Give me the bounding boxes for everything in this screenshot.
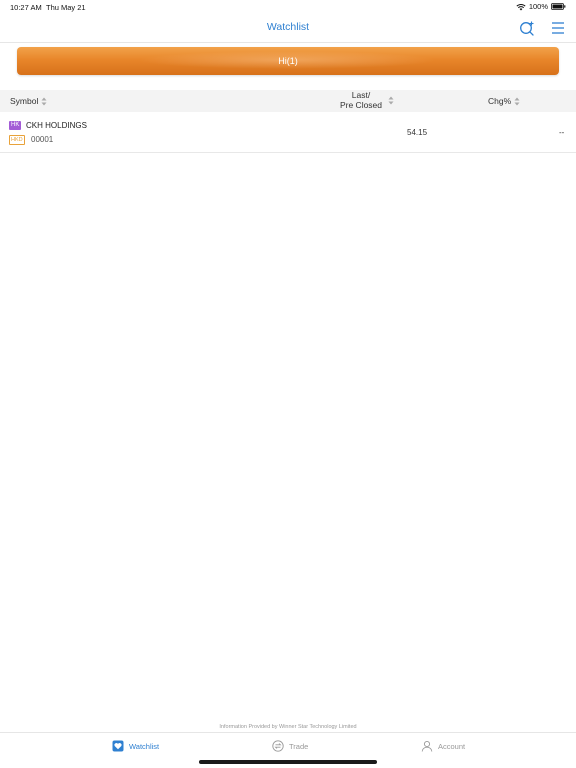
status-time: 10:27 AM (10, 3, 42, 12)
table-row[interactable]: HK CKH HOLDINGS HKD 00001 54.15 -- (0, 112, 576, 153)
table-header: Symbol Last/ Pre Closed Chg% (0, 90, 576, 112)
status-indicators: 100% (516, 2, 566, 11)
sort-icon (514, 97, 520, 105)
battery-icon (551, 3, 566, 10)
watchlist-group-label: Hi(1) (278, 56, 298, 66)
tab-account[interactable]: Account (421, 740, 465, 752)
status-bar: 10:27 AM Thu May 21 100% (0, 0, 576, 14)
menu-icon[interactable] (551, 20, 565, 36)
home-indicator (199, 760, 377, 764)
search-icon[interactable] (519, 20, 535, 36)
sort-by-chg[interactable]: Chg% (488, 96, 520, 106)
stock-code: 00001 (31, 135, 54, 144)
page-title: Watchlist (266, 21, 310, 33)
tab-watchlist-label: Watchlist (129, 741, 160, 751)
tab-watchlist[interactable]: Watchlist (112, 740, 159, 752)
person-icon (421, 740, 433, 752)
battery-percent: 100% (528, 2, 548, 11)
currency-badge: HKD (9, 135, 25, 145)
pre-closed-header-label: Pre Closed (339, 99, 383, 110)
tab-trade[interactable]: Trade (272, 740, 308, 752)
data-provider-note: Information Provided by Winner Star Tech… (219, 724, 357, 730)
sort-icon (388, 96, 394, 105)
sort-icon (41, 97, 47, 105)
change-percent: -- (559, 128, 565, 137)
status-date: Thu May 21 (46, 3, 86, 12)
symbol-header-label: Symbol (10, 96, 39, 106)
sort-by-last[interactable]: Last/ Pre Closed (336, 90, 394, 110)
heart-icon (112, 740, 124, 752)
nav-bar: Watchlist (0, 14, 576, 43)
watchlist-group-banner[interactable]: Hi(1) (17, 47, 559, 75)
tab-account-label: Account (438, 741, 466, 751)
stock-name: CKH HOLDINGS (26, 121, 87, 130)
wifi-icon (516, 3, 526, 10)
market-badge: HK (9, 121, 22, 130)
chg-header-label: Chg% (488, 96, 512, 106)
last-price: 54.15 (407, 128, 428, 137)
tab-trade-label: Trade (289, 741, 309, 751)
trade-icon (272, 740, 284, 752)
watchlist-screen: 10:27 AM Thu May 21 100% Watchlist Hi(1)… (0, 0, 576, 768)
sort-by-symbol[interactable]: Symbol (10, 96, 47, 106)
